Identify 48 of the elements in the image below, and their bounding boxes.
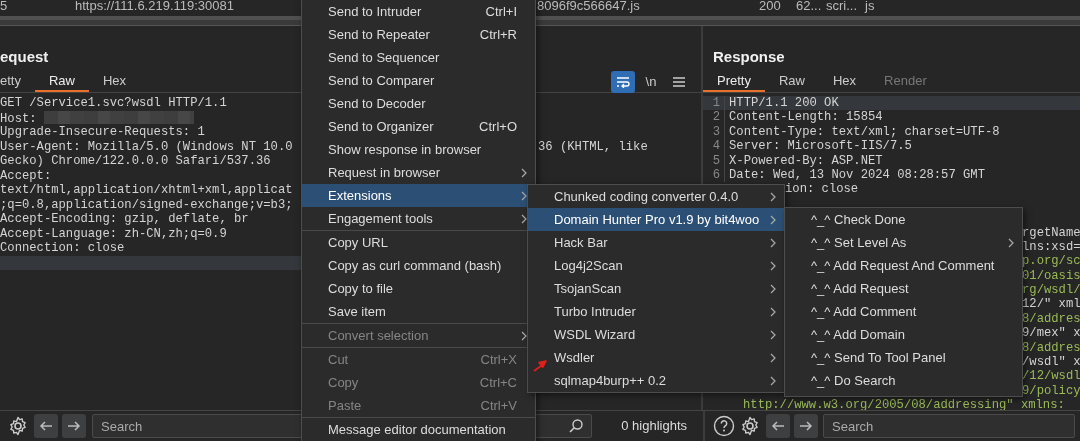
code-line: HTTP/1.1 200 OK	[728, 96, 839, 111]
line-number: 1	[703, 96, 725, 111]
code-line: GET /Service1.svc?wsdl HTTP/1.1	[0, 96, 227, 111]
code-line: rgetName	[1022, 225, 1080, 240]
code-line: lns:xsd=	[1022, 239, 1080, 254]
code-line: Accept:	[0, 168, 52, 183]
code-line: 36 (KHTML, like	[538, 139, 648, 154]
code-line: 9/mex" x	[1022, 326, 1080, 341]
code-line: Accept-Encoding: gzip, deflate, br	[0, 212, 249, 227]
code-line: User-Agent: Mozilla/5.0 (Windows NT 10.0	[0, 139, 293, 154]
table-cell: 200	[759, 0, 781, 13]
line-number: 3	[703, 124, 725, 140]
code-line: ion: close	[785, 182, 859, 197]
code-line: /wsdl" x	[1022, 355, 1080, 370]
table-cell: js	[865, 0, 875, 13]
pane-title: Response	[713, 48, 785, 66]
line-number: 5	[703, 153, 725, 168]
line-number: 6	[703, 167, 725, 183]
table-cell: 5	[0, 0, 8, 13]
code-line: Host:	[0, 111, 38, 126]
line-number: 2	[703, 110, 725, 125]
pane-title: equest	[0, 48, 49, 66]
code-line: 9/policy	[1022, 383, 1080, 398]
code-line: 8/addres	[1022, 340, 1080, 355]
code-line: text/html,application/xhtml+xml,applicat	[0, 183, 293, 198]
code-line: Content-Length: 15854	[728, 110, 883, 125]
code-line: p.org/sc	[1022, 254, 1080, 269]
table-cell: https://111.6.219.119:30081	[75, 0, 235, 13]
table-cell: 62...	[796, 0, 822, 13]
code-line: Connection: close	[0, 241, 125, 256]
code-line: /12/wsdl	[1022, 369, 1080, 384]
code-line: ;q=0.8,application/signed-exchange;v=b3;	[0, 197, 293, 212]
code-line: Accept-Language: zh-CN,zh;q=0.9	[0, 226, 227, 241]
code-line: http://www.w3.org/2005/08/addressing" xmlns:	[743, 398, 1065, 410]
line-number: 4	[703, 139, 725, 154]
highlight-count: 0 highlights	[621, 417, 687, 436]
code-line: 01/oasis	[1022, 268, 1080, 283]
code-line: Upgrade-Insecure-Requests: 1	[0, 125, 205, 140]
code-line: Gecko) Chrome/122.0.0.0 Safari/537.36	[0, 154, 271, 169]
table-cell: scri...	[826, 0, 858, 13]
table-cell: 8096f9c566647.js	[537, 0, 640, 13]
code-line: rg/wsdl/	[1022, 283, 1080, 298]
code-line: Server: Microsoft-IIS/7.5	[728, 139, 912, 154]
code-line: Content-Type: text/xml; charset=UTF-8	[728, 124, 1000, 140]
code-line: X-Powered-By: ASP.NET	[728, 153, 883, 168]
code-line: Date: Wed, 13 Nov 2024 08:28:57 GMT	[728, 167, 985, 183]
code-line: 8/addres	[1022, 311, 1080, 326]
code-line: 12/" xml	[1022, 297, 1080, 312]
